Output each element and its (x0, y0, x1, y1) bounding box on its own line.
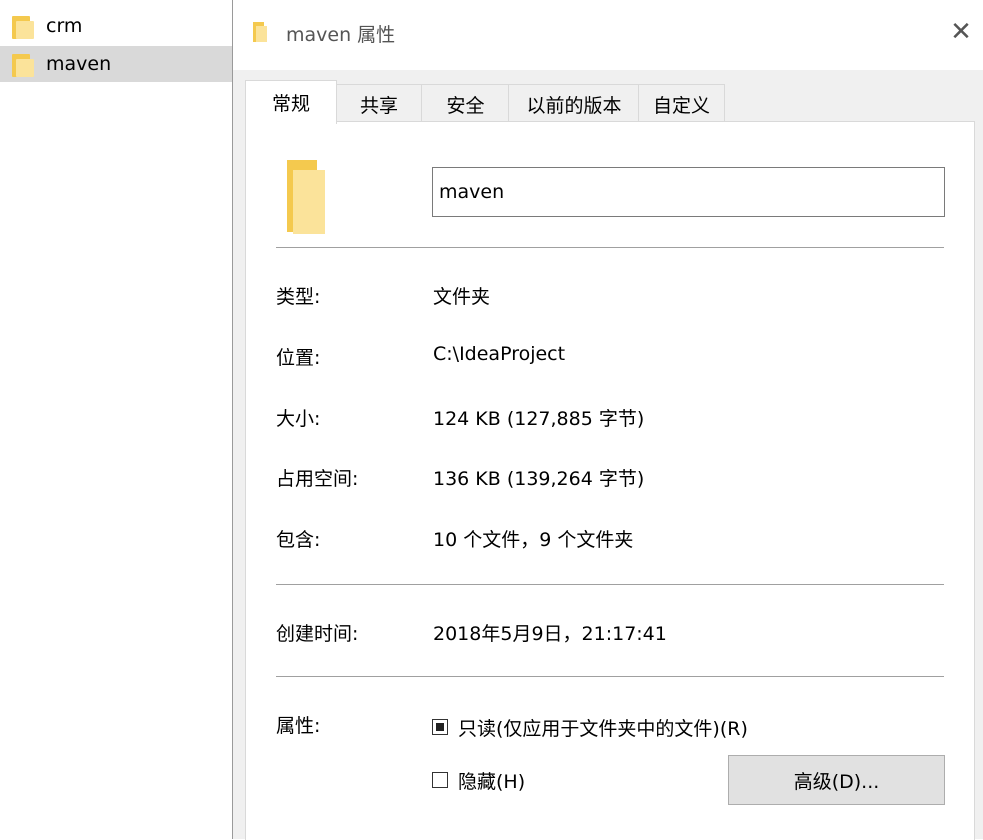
readonly-label[interactable]: 只读(仅应用于文件夹中的文件)(R) (458, 714, 748, 741)
folder-icon (253, 22, 269, 44)
list-item-label: crm (46, 15, 83, 37)
list-item-crm[interactable]: crm (0, 8, 82, 44)
divider (276, 584, 944, 585)
general-panel: 类型: 文件夹 位置: C:\IdeaProject 大小: 124 KB (1… (245, 121, 975, 840)
tab-previous-versions[interactable]: 以前的版本 (508, 84, 640, 123)
contains-label: 包含: (276, 529, 321, 551)
tab-general[interactable]: 常规 (245, 80, 337, 124)
close-icon[interactable]: ✕ (938, 12, 983, 52)
disk-size-label: 占用空间: (276, 468, 359, 490)
hidden-label[interactable]: 隐藏(H) (458, 767, 525, 794)
hidden-checkbox[interactable] (432, 772, 448, 788)
size-label: 大小: (276, 408, 321, 430)
created-value: 2018年5月9日，21:17:41 (433, 623, 667, 645)
tab-sharing[interactable]: 共享 (335, 84, 423, 123)
window-title: maven 属性 (286, 24, 396, 46)
explorer-list: crm maven (0, 0, 232, 839)
divider (276, 676, 944, 677)
properties-dialog: maven 属性 ✕ 常规 共享 安全 以前的版本 自定义 类型: 文件夹 位置… (232, 0, 983, 840)
contains-value: 10 个文件，9 个文件夹 (433, 529, 634, 551)
advanced-button[interactable]: 高级(D)... (728, 755, 945, 805)
type-label: 类型: (276, 286, 321, 308)
location-label: 位置: (276, 347, 321, 369)
folder-icon (12, 13, 34, 39)
divider (276, 247, 944, 248)
size-value: 124 KB (127,885 字节) (433, 408, 645, 430)
folder-icon (12, 51, 34, 77)
readonly-checkbox[interactable] (432, 719, 448, 735)
folder-name-input[interactable] (432, 167, 945, 217)
tab-customize[interactable]: 自定义 (638, 84, 725, 123)
disk-size-value: 136 KB (139,264 字节) (433, 468, 645, 490)
list-item-label: maven (46, 53, 112, 75)
title-bar[interactable]: maven 属性 ✕ (233, 0, 983, 70)
type-value: 文件夹 (433, 286, 491, 308)
created-label: 创建时间: (276, 623, 359, 645)
location-value: C:\IdeaProject (433, 343, 566, 365)
attributes-label: 属性: (276, 715, 321, 737)
list-item-maven[interactable]: maven (0, 46, 232, 82)
folder-icon (287, 160, 327, 234)
tab-security[interactable]: 安全 (421, 84, 510, 123)
